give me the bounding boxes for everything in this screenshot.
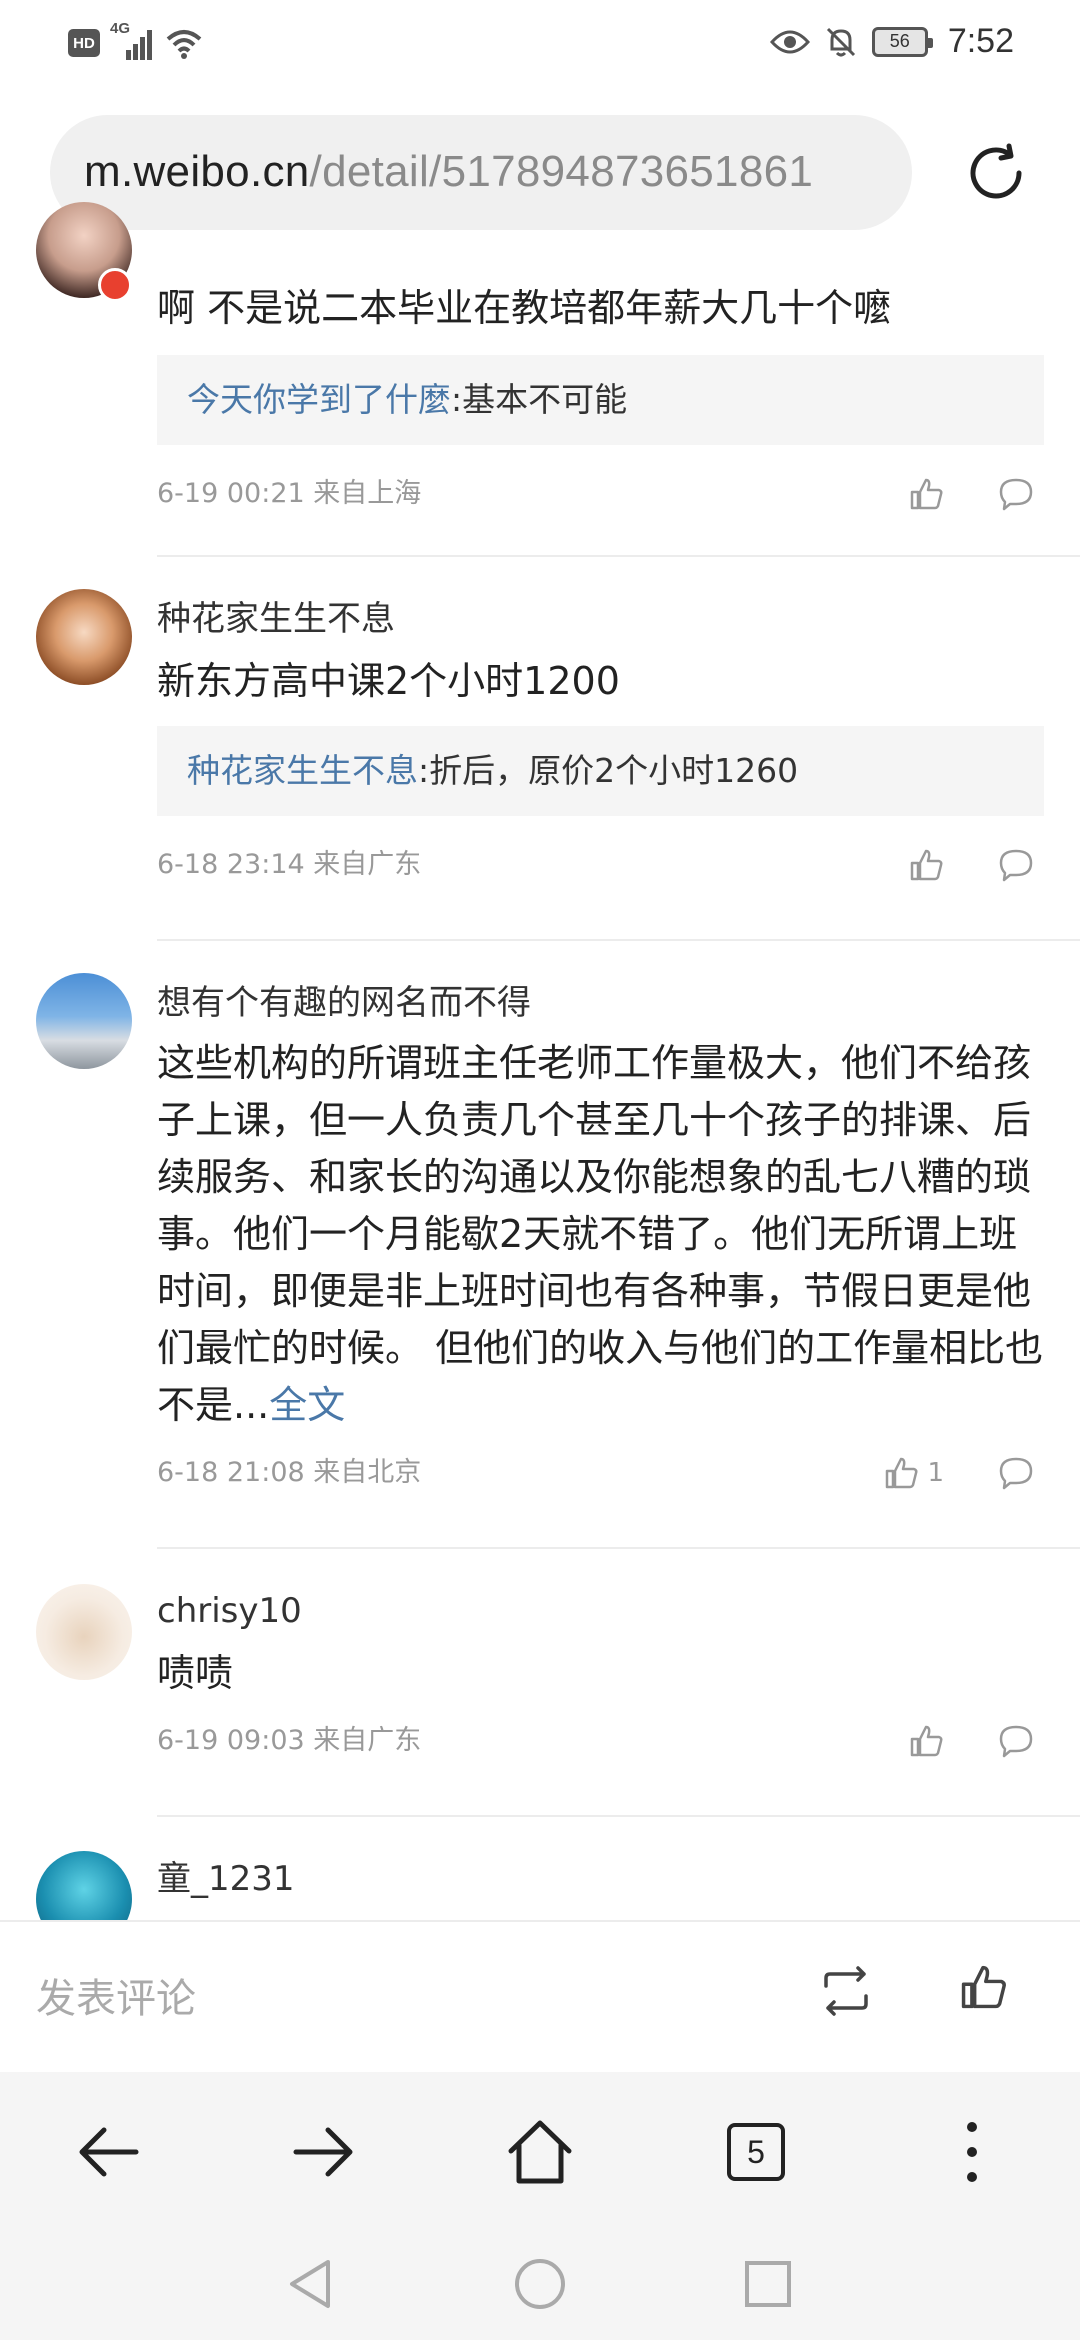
- reply-text: :折后，原价2个小时1260: [418, 751, 799, 790]
- reply-username[interactable]: 种花家生生不息: [187, 751, 418, 790]
- system-recents-button[interactable]: [738, 2254, 798, 2314]
- comment-item: 啊 不是说二本毕业在教培都年薪大几十个嚒 今天你学到了什麼:基本不可能 6-19…: [0, 202, 1080, 557]
- home-icon: [508, 2120, 572, 2184]
- browser-nav-bar: 5: [0, 2072, 1080, 2224]
- reply-button[interactable]: [998, 1720, 1034, 1762]
- thumbs-up-icon: [886, 1457, 918, 1489]
- url-path: /detail/517894873651861: [309, 147, 814, 196]
- meta-row: 6-19 09:03 来自广东: [157, 1716, 1044, 1766]
- menu-button[interactable]: [932, 2112, 1012, 2192]
- system-nav-bar: [0, 2224, 1080, 2340]
- thumbs-up-icon: [910, 478, 943, 510]
- triangle-back-icon: [290, 2260, 330, 2308]
- comment-item: 童_1231: [0, 1817, 1080, 1920]
- tabs-button[interactable]: 5: [716, 2112, 796, 2192]
- comment-icon: [999, 478, 1033, 511]
- comment-meta: 6-19 00:21 来自上海: [157, 478, 422, 509]
- avatar[interactable]: [36, 589, 132, 685]
- signal-icon: 4G: [110, 20, 154, 60]
- mute-bell-icon: [826, 27, 855, 56]
- vip-badge: [98, 268, 132, 302]
- comment-body: chrisy10 啧啧 6-19 09:03 来自广东: [157, 1589, 1044, 1766]
- home-button[interactable]: [500, 2112, 580, 2192]
- comment-meta: 6-19 09:03 来自广东: [157, 1725, 422, 1756]
- status-bar: HD 4G 56 7:52: [0, 0, 1080, 92]
- avatar[interactable]: [36, 1584, 132, 1680]
- like-button[interactable]: [908, 473, 944, 515]
- reply-box[interactable]: 今天你学到了什麼:基本不可能: [157, 355, 1044, 445]
- comment-icon: [999, 849, 1033, 882]
- repost-icon: [824, 1966, 868, 2016]
- status-right: 56 7:52: [769, 22, 1014, 61]
- comment-icon: [999, 1457, 1033, 1490]
- comment-text-body: 这些机构的所谓班主任老师工作量极大，他们不给孩子上课，但一人负责几个甚至几十个孩…: [157, 1041, 1044, 1427]
- comment-bar: 发表评论: [0, 1920, 1080, 2072]
- more-vertical-icon: [967, 2122, 977, 2182]
- forward-button[interactable]: [284, 2112, 364, 2192]
- username[interactable]: 想有个有趣的网名而不得: [157, 981, 1044, 1025]
- hd-badge: HD: [68, 29, 100, 57]
- tab-count: 5: [727, 2123, 785, 2181]
- arrow-right-icon: [293, 2127, 353, 2177]
- username[interactable]: 种花家生生不息: [157, 597, 1044, 641]
- meta-row: 6-18 21:08 来自北京 1: [157, 1448, 1044, 1498]
- reload-button[interactable]: [960, 137, 1032, 209]
- comment-body: 啊 不是说二本毕业在教培都年薪大几十个嚒 今天你学到了什麼:基本不可能 6-19…: [157, 280, 1044, 519]
- avatar[interactable]: [36, 973, 132, 1069]
- comment-text: 这些机构的所谓班主任老师工作量极大，他们不给孩子上课，但一人负责几个甚至几十个孩…: [157, 1035, 1044, 1434]
- username[interactable]: chrisy10: [157, 1589, 1044, 1633]
- avatar[interactable]: [36, 1851, 132, 1920]
- comment-input[interactable]: 发表评论: [36, 1966, 196, 2024]
- comment-body: 种花家生生不息 新东方高中课2个小时1200 种花家生生不息:折后，原价2个小时…: [157, 597, 1044, 890]
- comment-body: 想有个有趣的网名而不得 这些机构的所谓班主任老师工作量极大，他们不给孩子上课，但…: [157, 981, 1044, 1498]
- like-post-button[interactable]: [958, 1962, 1008, 2016]
- like-button[interactable]: [908, 844, 944, 886]
- eye-icon: [769, 30, 810, 53]
- thumbs-up-icon: [961, 1965, 1006, 2009]
- like-button[interactable]: 1: [883, 1452, 944, 1494]
- system-home-button[interactable]: [510, 2254, 570, 2314]
- comment-text: 新东方高中课2个小时1200: [157, 659, 620, 703]
- address-bar[interactable]: m.weibo.cn/detail/517894873651861: [50, 115, 912, 230]
- read-more-link[interactable]: 全文: [269, 1383, 345, 1427]
- reply-text: :基本不可能: [451, 380, 628, 419]
- reply-button[interactable]: [998, 1452, 1034, 1494]
- system-back-button[interactable]: [280, 2254, 340, 2314]
- comment-item: chrisy10 啧啧 6-19 09:03 来自广东: [0, 1549, 1080, 1817]
- circle-home-icon: [515, 2259, 565, 2309]
- battery-indicator: 56: [871, 26, 933, 57]
- comment-body: 童_1231: [157, 1857, 1044, 1901]
- clock: 7:52: [947, 22, 1014, 60]
- reload-icon: [970, 143, 1022, 199]
- url-text[interactable]: m.weibo.cn/detail/517894873651861: [84, 147, 813, 197]
- reply-box[interactable]: 种花家生生不息:折后，原价2个小时1260: [157, 726, 1044, 816]
- reply-button[interactable]: [998, 844, 1034, 886]
- square-recents-icon: [745, 2261, 791, 2307]
- comment-item: 想有个有趣的网名而不得 这些机构的所谓班主任老师工作量极大，他们不给孩子上课，但…: [0, 941, 1080, 1549]
- like-button[interactable]: [908, 1720, 944, 1762]
- comment-icon: [999, 1725, 1033, 1758]
- reply-button[interactable]: [998, 473, 1034, 515]
- reply-username[interactable]: 今天你学到了什麼: [187, 380, 451, 419]
- comment-meta: 6-18 21:08 来自北京: [157, 1457, 422, 1488]
- url-domain: m.weibo.cn: [84, 147, 310, 196]
- username[interactable]: 童_1231: [157, 1857, 1044, 1901]
- comment-text: 啧啧: [157, 1651, 234, 1695]
- arrow-left-icon: [79, 2127, 139, 2177]
- comment-item: 种花家生生不息 新东方高中课2个小时1200 种花家生生不息:折后，原价2个小时…: [0, 557, 1080, 941]
- meta-row: 6-18 23:14 来自广东: [157, 840, 1044, 890]
- wifi-icon: [166, 30, 202, 59]
- like-count: 1: [927, 1458, 944, 1488]
- comment-text: 啊 不是说二本毕业在教培都年薪大几十个嚒: [157, 286, 892, 330]
- thumbs-up-icon: [910, 849, 943, 881]
- repost-button[interactable]: [818, 1966, 874, 2020]
- thumbs-up-icon: [910, 1725, 943, 1757]
- comment-meta: 6-18 23:14 来自广东: [157, 849, 422, 880]
- meta-row: 6-19 00:21 来自上海: [157, 469, 1044, 519]
- back-button[interactable]: [68, 2112, 148, 2192]
- status-left: HD 4G: [68, 20, 204, 60]
